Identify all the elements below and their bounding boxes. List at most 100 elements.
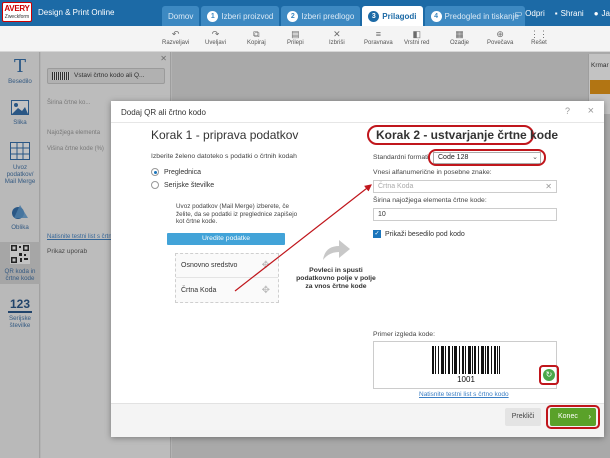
radio-dot: [151, 168, 159, 176]
data-field-item[interactable]: Osnovno sredstvo ✥: [176, 254, 278, 278]
tool-label: Povečava: [487, 40, 514, 46]
tab-choose-product[interactable]: 1 Izberi proizvod: [201, 6, 280, 26]
step1-heading: Korak 1 - priprava podatkov: [151, 128, 299, 142]
save-label: Shrani: [560, 8, 584, 18]
background-button[interactable]: ▦ Ozadje: [450, 28, 469, 46]
tab-customize[interactable]: 3 Prilagodi: [362, 6, 423, 26]
standard-format-label: Standardni formati: [373, 154, 429, 161]
open-label: Odpri: [525, 8, 545, 18]
alnum-input[interactable]: Črtna Koda ✕: [373, 180, 557, 193]
tab-label: Prilagodi: [382, 11, 417, 21]
drag-arrow-icon: [321, 238, 351, 264]
narrow-width-label: Širina najožjega elementa črtne kode:: [373, 197, 487, 204]
tool-label: Prilepi: [287, 40, 304, 46]
redo-icon: ↷: [211, 29, 220, 39]
layers-icon: ◧: [412, 29, 421, 39]
folder-icon: ▭: [514, 8, 523, 18]
narrow-width-value: 10: [378, 211, 386, 218]
move-icon: ✥: [261, 260, 270, 271]
tool-label: Poravnava: [364, 40, 393, 46]
step-number: 3: [368, 10, 380, 22]
user-icon: ●: [593, 8, 599, 18]
close-icon[interactable]: ×: [588, 105, 594, 117]
order-button[interactable]: ◧ Vrstni red: [404, 28, 429, 46]
barcode-image: [432, 346, 500, 374]
grid-icon: ⋮⋮: [530, 29, 548, 39]
step2-heading: Korak 2 - ustvarjanje črtne kode: [376, 128, 559, 142]
tab-label: Izberi predlogo: [301, 11, 355, 21]
help-icon[interactable]: ?: [565, 106, 570, 116]
radio-spreadsheet[interactable]: Preglednica: [151, 168, 201, 176]
tool-label: Uveljavi: [205, 40, 227, 46]
radio-serial-numbers[interactable]: Serijske številke: [151, 181, 214, 189]
step-tabs: Domov 1 Izberi proizvod 2 Izberi predlogo …: [162, 6, 527, 26]
open-button[interactable]: ▭ Odpri: [515, 9, 545, 18]
radio-label: Serijske številke: [164, 181, 215, 189]
drag-hint-text: Povleci in spusti podatkovno polje v pol…: [296, 267, 376, 290]
sample-label: Primer izgleda kode:: [373, 331, 435, 338]
data-field-item[interactable]: Črtna Koda ✥: [176, 279, 278, 303]
barcode-dialog: Dodaj QR ali črtno kodo ? × Korak 1 - pr…: [111, 101, 604, 437]
logo-subtext: Zweckform: [4, 14, 30, 20]
finish-button[interactable]: Konec ›: [550, 408, 596, 426]
narrow-width-input[interactable]: 10: [373, 208, 557, 221]
zoom-icon: ⊕: [496, 29, 504, 39]
delete-button[interactable]: ✕ Izbriši: [329, 28, 345, 46]
data-fields-box: Osnovno sredstvo ✥ Črtna Koda ✥: [175, 253, 279, 303]
barcode-number: 1001: [457, 375, 475, 384]
user-label: Ja: [601, 8, 610, 18]
grid-button[interactable]: ⋮⋮ Rešet: [530, 28, 548, 46]
avery-logo[interactable]: AVERY Zweckform: [2, 2, 32, 22]
undo-icon: ↶: [171, 29, 180, 39]
show-text-label: Prikaži besedilo pod kodo: [385, 230, 465, 238]
tool-label: Ozadje: [450, 40, 470, 46]
align-button[interactable]: ≡ Poravnava: [364, 28, 393, 46]
clear-icon[interactable]: ✕: [545, 181, 552, 192]
barcode-preview: 1001: [373, 341, 557, 389]
tab-home[interactable]: Domov: [162, 6, 200, 26]
chevron-right-icon: ›: [588, 412, 591, 421]
top-actions: ▭ Odpri ▪ Shrani ● Ja: [505, 0, 610, 26]
tool-label: Rešet: [531, 40, 547, 46]
app-title: Design & Print Online: [38, 8, 115, 17]
logo-text: AVERY: [4, 4, 30, 13]
tab-choose-template[interactable]: 2 Izberi predlogo: [281, 6, 361, 26]
data-field-label: Osnovno sredstvo: [181, 262, 238, 269]
top-bar: AVERY Zweckform Design & Print Online Do…: [0, 0, 610, 26]
show-text-checkbox[interactable]: ✓ Prikaži besedilo pod kodo: [373, 230, 465, 238]
edit-data-button[interactable]: Uredite podatke: [167, 233, 285, 245]
tool-label: Kopiraj: [247, 40, 266, 46]
alnum-label: Vnesi alfanumerične in posebne znake:: [373, 169, 492, 176]
mail-merge-description: Uvoz podatkov (Mail Merge) izberete, če …: [176, 203, 298, 225]
align-icon: ≡: [375, 29, 381, 39]
paste-button[interactable]: ▤ Prilepi: [287, 28, 304, 46]
toolbar: ↶ Razveljavi ↷ Uveljavi ⧉ Kopiraj ▤ Prilepi …: [0, 26, 610, 52]
print-test-sheet-link[interactable]: Natisnite testni list s črtno kodo: [419, 391, 509, 398]
step1-intro: Izberite želeno datoteko s podatki o črt…: [151, 153, 297, 160]
user-button[interactable]: ● Ja: [594, 9, 610, 18]
annotation-ring: [428, 149, 546, 166]
radio-dot: [151, 181, 159, 189]
move-icon: ✥: [261, 285, 270, 296]
redo-button[interactable]: ↷ Uveljavi: [205, 28, 226, 46]
checkbox-check-icon: ✓: [373, 230, 381, 238]
trash-icon: ✕: [333, 29, 341, 39]
cancel-button[interactable]: Prekliči: [505, 408, 541, 426]
finish-label: Konec: [558, 413, 578, 420]
tab-label: Izberi proizvod: [221, 11, 274, 21]
copy-button[interactable]: ⧉ Kopiraj: [247, 28, 266, 46]
tool-label: Izbriši: [329, 40, 345, 46]
data-field-label: Črtna Koda: [181, 287, 217, 294]
alnum-value: Črtna Koda: [378, 183, 414, 190]
tab-label: Domov: [168, 11, 194, 21]
step-number: 2: [287, 10, 299, 22]
dialog-title: Dodaj QR ali črtno kodo: [121, 108, 206, 117]
dialog-header: Dodaj QR ali črtno kodo ? ×: [111, 101, 604, 123]
save-icon: ▪: [554, 8, 558, 18]
tool-label: Vrstni red: [404, 40, 430, 46]
refresh-icon[interactable]: ↻: [543, 369, 555, 381]
zoom-button[interactable]: ⊕ Povečava: [487, 28, 513, 46]
save-button[interactable]: ▪ Shrani: [555, 9, 584, 18]
undo-button[interactable]: ↶ Razveljavi: [162, 28, 189, 46]
step-number: 1: [207, 10, 219, 22]
